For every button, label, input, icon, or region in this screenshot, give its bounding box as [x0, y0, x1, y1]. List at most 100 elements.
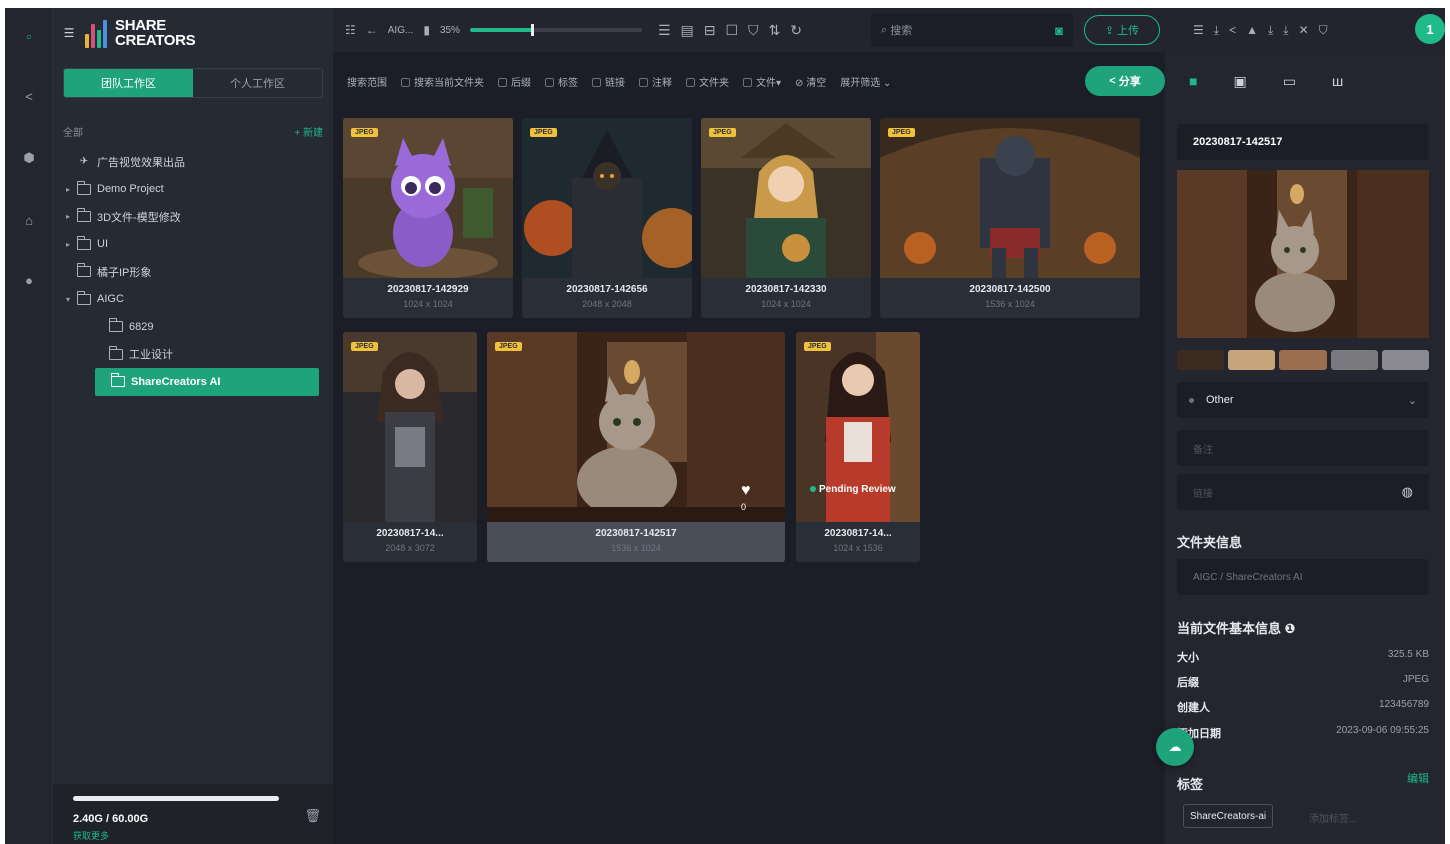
category-dot	[1189, 397, 1194, 403]
asset-card-selected[interactable]: JPEG ♥ 0 20230817-142517 1536 x 1024	[487, 332, 785, 562]
cloud-upload-icon[interactable]: ☁	[1156, 728, 1194, 766]
palette-swatch[interactable]	[1279, 350, 1327, 370]
shield-icon[interactable]: ⬢	[15, 144, 43, 172]
user-icon[interactable]: ●	[15, 266, 43, 294]
filename-field[interactable]: 20230817-142517	[1177, 124, 1429, 160]
tree-item[interactable]: 橘子IP形象	[53, 258, 333, 286]
asset-card[interactable]: JPEG 20230817-142500 1536 x 1024	[880, 118, 1140, 318]
tree-item-label: UI	[97, 238, 108, 251]
asset-card[interactable]: JPEG 20230817-142929 1024 x 1024	[343, 118, 513, 318]
grid-view-icon[interactable]: ▤	[681, 22, 694, 39]
tags-title: 标签	[1177, 777, 1204, 792]
folder-icon	[109, 318, 123, 333]
upload-button[interactable]: ⇪ 上传	[1084, 15, 1160, 45]
bank-icon[interactable]: ⌂	[15, 206, 43, 234]
search-scope[interactable]: 搜索范围	[347, 74, 387, 89]
share-button[interactable]: < 分享	[1085, 66, 1165, 96]
logo-row: ☰ SHARE CREATORS	[53, 8, 333, 58]
caret-down-icon[interactable]: ▾	[63, 295, 73, 304]
caret-right-icon[interactable]: ▸	[63, 240, 73, 249]
like-heart-icon[interactable]: ♥	[741, 482, 751, 500]
asset-thumbnail	[522, 118, 692, 278]
asset-card[interactable]: JPEG Pending Review 20230817-14... 1024 …	[796, 332, 920, 562]
menu-icon[interactable]: ☰	[61, 25, 77, 41]
trash-icon[interactable]: 🗑	[304, 808, 321, 824]
palette-swatch[interactable]	[1330, 350, 1378, 370]
user-icon[interactable]: ⛉	[1319, 23, 1328, 38]
tab-team-workspace[interactable]: 团队工作区	[64, 69, 193, 97]
zoom-slider-track[interactable]	[533, 28, 642, 32]
note-placeholder: 备注	[1193, 444, 1213, 456]
new-folder-button[interactable]: + 新建	[294, 124, 323, 139]
tag-chip[interactable]: ShareCreators-ai	[1183, 804, 1274, 828]
category-dropdown[interactable]: Other ⌄	[1177, 382, 1429, 418]
bell-icon[interactable]: ▲	[1246, 23, 1258, 37]
filter-tag[interactable]: 标签	[545, 74, 578, 89]
tree-item[interactable]: ▾ AIGC	[53, 286, 333, 314]
sort-icon[interactable]: ⇅	[769, 22, 781, 39]
tree-item[interactable]: 6829	[53, 313, 333, 341]
edit-tags-link[interactable]: 编辑	[1407, 770, 1429, 786]
current-folder-checkbox[interactable]: 搜索当前文件夹	[401, 74, 484, 89]
info-icon[interactable]: ❶	[1285, 621, 1296, 636]
search-input[interactable]: ⌕ 搜索 ◙	[871, 13, 1073, 47]
tree-item[interactable]: ✈ 广告视觉效果出品	[53, 148, 333, 176]
tag-input[interactable]: 添加标签...	[1309, 810, 1357, 825]
sidebar-toggle-icon[interactable]: ☷	[345, 23, 356, 37]
refresh-icon[interactable]: ↻	[790, 22, 802, 39]
download-icon[interactable]: ⤓	[1283, 23, 1288, 38]
palette-swatch[interactable]	[1228, 350, 1276, 370]
folder-tab-icon[interactable]: ▭	[1283, 73, 1296, 90]
avatar[interactable]: 1	[1415, 14, 1445, 44]
preview-image	[1177, 170, 1429, 338]
globe-icon[interactable]: ◍	[1402, 484, 1413, 500]
square-icon[interactable]: ☐	[725, 22, 738, 39]
asset-card[interactable]: JPEG 20230817-14... 2048 x 3072	[343, 332, 477, 562]
back-icon[interactable]: <	[15, 82, 43, 110]
download-icon[interactable]: ⤓	[1214, 23, 1219, 38]
tree-item[interactable]: ▸ Demo Project	[53, 176, 333, 204]
filter-suffix[interactable]: 后缀	[498, 74, 531, 89]
list-icon[interactable]: ☰	[1193, 23, 1204, 37]
palette-swatch[interactable]	[1177, 350, 1225, 370]
camera-icon[interactable]: ◙	[1055, 23, 1063, 38]
filter-note[interactable]: 注释	[639, 74, 672, 89]
filter-icon[interactable]: ⛉	[748, 22, 759, 39]
share-icon[interactable]: <	[1229, 23, 1236, 37]
filter-link[interactable]: 链接	[592, 74, 625, 89]
note-field[interactable]: 备注	[1177, 430, 1429, 466]
chart-tab-icon[interactable]: ш	[1332, 73, 1343, 89]
palette-swatch[interactable]	[1381, 350, 1430, 370]
layout-icon[interactable]: ⊟	[704, 22, 716, 39]
format-badge: JPEG	[709, 128, 736, 137]
expand-filter[interactable]: 展开筛选 ⌄	[840, 74, 891, 89]
asset-card[interactable]: JPEG 20230817-142330 1024 x 1024	[701, 118, 871, 318]
filter-file[interactable]: 文件▾	[743, 74, 781, 89]
upgrade-link[interactable]: 获取更多	[73, 829, 313, 842]
filter-folder[interactable]: 文件夹	[686, 74, 729, 89]
tree-item[interactable]: ShareCreators AI	[95, 368, 319, 396]
format-badge: JPEG	[495, 342, 522, 351]
clear-filter[interactable]: ⊘ 清空	[795, 74, 826, 89]
home-icon[interactable]: ▫	[15, 22, 43, 50]
back-arrow-icon[interactable]: ←	[366, 23, 378, 37]
link-field[interactable]: 链接 ◍	[1177, 474, 1429, 510]
asset-card[interactable]: JPEG 20230817-142656 2048 x 2048	[522, 118, 692, 318]
format-badge: JPEG	[351, 342, 378, 351]
tree-item[interactable]: ▸ UI	[53, 231, 333, 259]
zoom-slider[interactable]	[469, 24, 534, 36]
fullscreen-icon[interactable]: ✕	[1299, 23, 1309, 37]
image-tab-icon[interactable]: ▣	[1233, 73, 1246, 90]
link-placeholder: 链接	[1193, 488, 1213, 500]
info-tab-icon[interactable]: ■	[1189, 73, 1197, 89]
download-icon[interactable]: ⤓	[1268, 23, 1273, 38]
list-view-icon[interactable]: ☰	[658, 22, 671, 39]
tree-item-label: 广告视觉效果出品	[97, 156, 185, 169]
tab-personal-workspace[interactable]: 个人工作区	[193, 69, 322, 97]
folder-icon	[77, 208, 91, 223]
tree-item[interactable]: 工业设计	[53, 341, 333, 369]
tree-item[interactable]: ▸ 3D文件-模型修改	[53, 203, 333, 231]
caret-right-icon[interactable]: ▸	[63, 212, 73, 221]
view-options: ☰ ▤ ⊟ ☐ ⛉ ⇅ ↻	[658, 22, 802, 39]
caret-right-icon[interactable]: ▸	[63, 185, 73, 194]
